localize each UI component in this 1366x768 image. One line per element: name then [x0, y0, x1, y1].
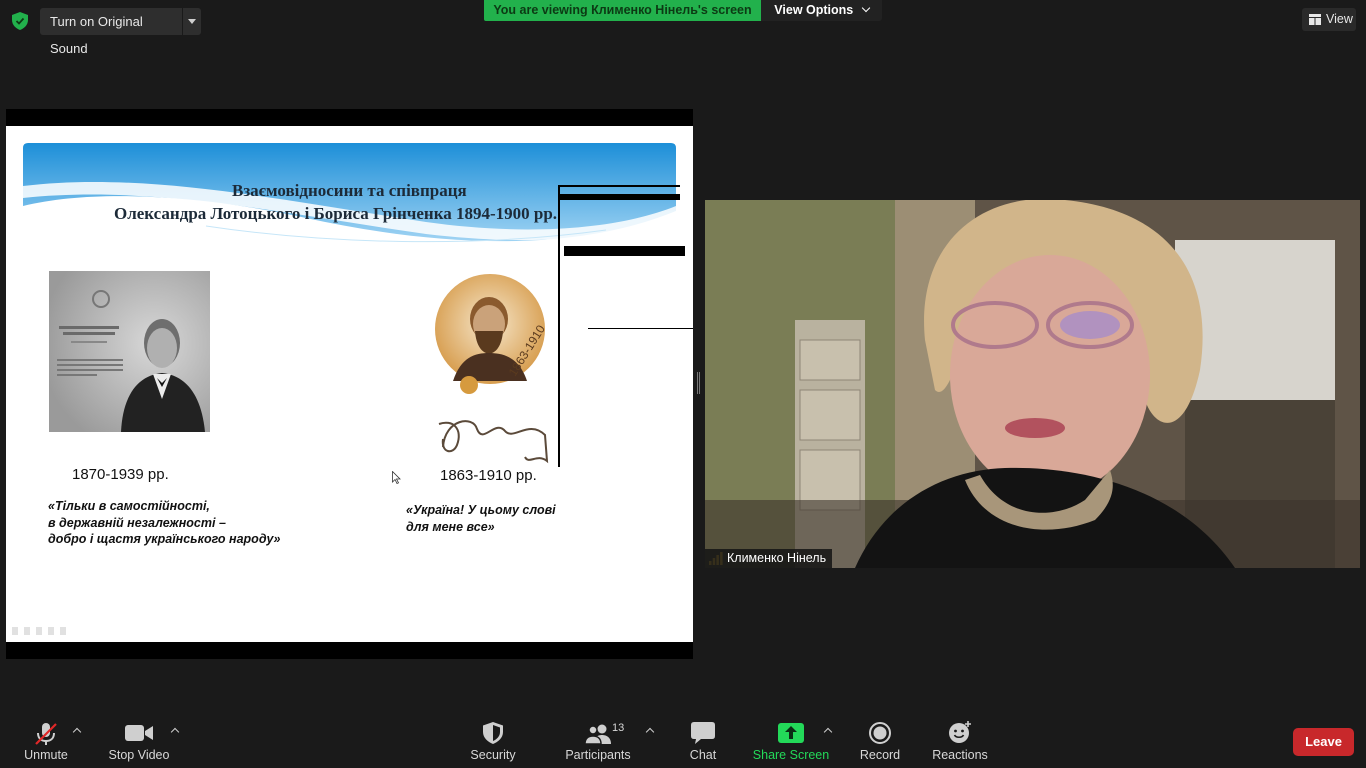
slide-title-line2: Олександра Лотоцького і Бориса Грінченка… [114, 204, 558, 223]
viewing-screen-banner: You are viewing Клименко Нінель's screen [484, 0, 761, 21]
record-label: Record [859, 748, 901, 762]
original-sound-button[interactable]: Turn on Original Sound [40, 8, 182, 56]
lototsky-years: 1870-1939 рр. [72, 466, 169, 483]
security-label: Security [470, 748, 516, 762]
reactions-label: Reactions [932, 748, 988, 762]
presentation-slide: Взаємовідносини та співпраця Олександра … [6, 126, 693, 642]
quote-line: «Тільки в самостійності, [48, 499, 210, 513]
view-options-button[interactable]: View Options [761, 0, 882, 21]
stop-video-label: Stop Video [108, 748, 170, 762]
security-button[interactable]: Security [462, 710, 524, 768]
reactions-smiley-icon [949, 721, 971, 743]
speaker-video-frame [705, 200, 1360, 568]
leave-button[interactable]: Leave [1293, 728, 1354, 756]
speaker-video-tile[interactable] [705, 200, 1360, 568]
chat-bubble-icon [691, 722, 715, 744]
hrinchenko-years: 1863-1910 рр. [440, 467, 537, 484]
video-camera-icon [125, 725, 153, 741]
participants-button[interactable]: 13 Participants [565, 710, 631, 768]
grid-view-icon [1309, 14, 1321, 25]
muted-microphone-icon [35, 723, 57, 745]
chat-label: Chat [689, 748, 717, 762]
chevron-down-icon [861, 3, 870, 13]
participants-label: Participants [565, 748, 631, 762]
annotation-line [588, 328, 693, 329]
audio-options-chevron-up-icon[interactable] [73, 728, 83, 736]
original-sound-dropdown[interactable] [183, 8, 201, 35]
annotation-line [559, 185, 680, 187]
slide-title-line1: Взаємовідносини та співпраця [232, 181, 467, 200]
record-icon [869, 722, 891, 744]
participants-count-badge: 13 [612, 722, 625, 734]
slideshow-controls[interactable] [12, 627, 72, 635]
lototsky-quote: «Тільки в самостійності, в державній нез… [48, 498, 280, 548]
mouse-cursor-icon [392, 471, 401, 484]
video-options-chevron-up-icon[interactable] [171, 728, 181, 736]
quote-line: добро і щастя українського народу» [48, 532, 281, 546]
participants-options-chevron-up-icon[interactable] [646, 728, 656, 736]
chat-button[interactable]: Chat [678, 710, 728, 768]
panel-resize-handle[interactable] [697, 372, 700, 394]
quote-line: «Україна! У цьому слові [406, 503, 556, 517]
share-screen-label: Share Screen [752, 748, 830, 762]
annotation-line [559, 194, 680, 200]
annotation-line [558, 185, 560, 467]
view-options-label: View Options [774, 3, 854, 17]
meeting-toolbar: Unmute Stop Video Security 13 Participan… [0, 710, 1366, 768]
quote-line: в державній незалежності – [48, 515, 226, 530]
hrinchenko-portrait: 1863-1910 [435, 274, 549, 464]
reactions-button[interactable]: Reactions [930, 710, 990, 768]
share-screen-button[interactable]: Share Screen [752, 710, 830, 768]
lototsky-portrait [49, 271, 210, 432]
speaker-name-label: Клименко Нінель [705, 549, 833, 568]
unmute-label: Unmute [24, 748, 68, 762]
unmute-button[interactable]: Unmute [16, 710, 76, 768]
share-options-chevron-up-icon[interactable] [824, 728, 834, 736]
annotation-line [564, 246, 685, 256]
share-screen-icon [778, 723, 804, 743]
stop-video-button[interactable]: Stop Video [104, 710, 174, 768]
quote-line: для мене все» [406, 519, 495, 534]
participants-icon [584, 724, 611, 744]
encryption-shield-icon[interactable] [12, 12, 28, 30]
security-shield-icon [483, 722, 503, 744]
hrinchenko-quote: «Україна! У цьому слові для мене все» [406, 502, 556, 535]
record-button[interactable]: Record [855, 710, 905, 768]
